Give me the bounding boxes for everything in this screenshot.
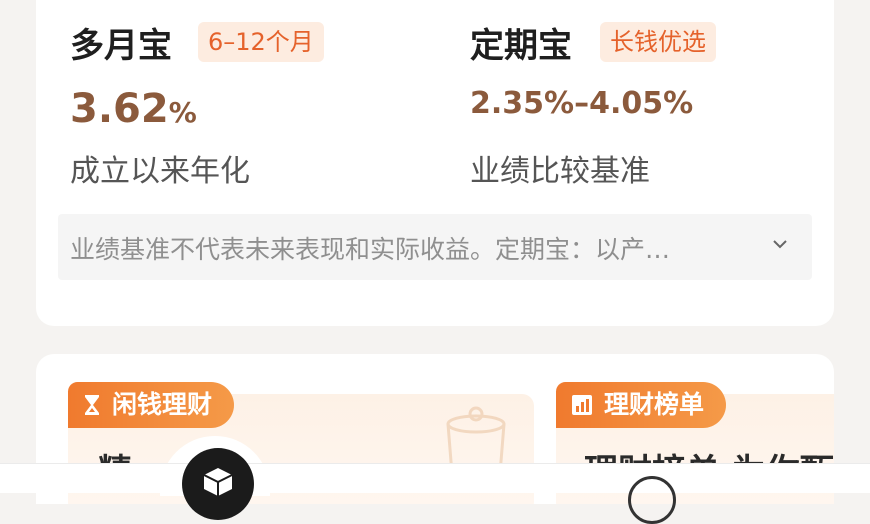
badge-label: 理财榜单 <box>604 390 705 419</box>
product-rate: 3.62% <box>70 86 197 132</box>
product-tag: 6–12个月 <box>198 22 324 62</box>
rate-value: 3.62 <box>70 86 169 132</box>
disclaimer-bar[interactable]: 业绩基准不代表未来表现和实际收益。定期宝：以产… <box>58 214 812 280</box>
product-name: 多月宝 <box>70 26 172 66</box>
product-rate: 2.35%–4.05% <box>470 86 693 121</box>
product-tag: 长钱优选 <box>600 22 716 62</box>
disclaimer-text: 业绩基准不代表未来表现和实际收益。定期宝：以产… <box>70 235 671 264</box>
rate-label: 成立以来年化 <box>70 154 250 189</box>
idle-money-badge[interactable]: 闲钱理财 <box>68 382 235 428</box>
badge-label: 闲钱理财 <box>112 390 213 419</box>
product-name: 定期宝 <box>470 26 572 66</box>
bottom-tab-bar <box>0 463 870 493</box>
product-card: 多月宝 6–12个月 3.62% 成立以来年化 定期宝 长钱优选 2.35%–4… <box>36 0 834 326</box>
tab-smile-icon[interactable] <box>628 476 676 524</box>
cube-icon <box>203 468 233 496</box>
tab-center-button[interactable] <box>182 448 254 520</box>
rate-suffix: % <box>168 96 197 129</box>
chevron-down-icon[interactable] <box>772 236 788 252</box>
hourglass-icon <box>85 395 99 415</box>
rate-value: 2.35%–4.05% <box>470 86 694 121</box>
chart-icon <box>572 395 592 415</box>
rate-label: 业绩比较基准 <box>470 154 650 189</box>
ranking-badge[interactable]: 理财榜单 <box>556 382 727 428</box>
